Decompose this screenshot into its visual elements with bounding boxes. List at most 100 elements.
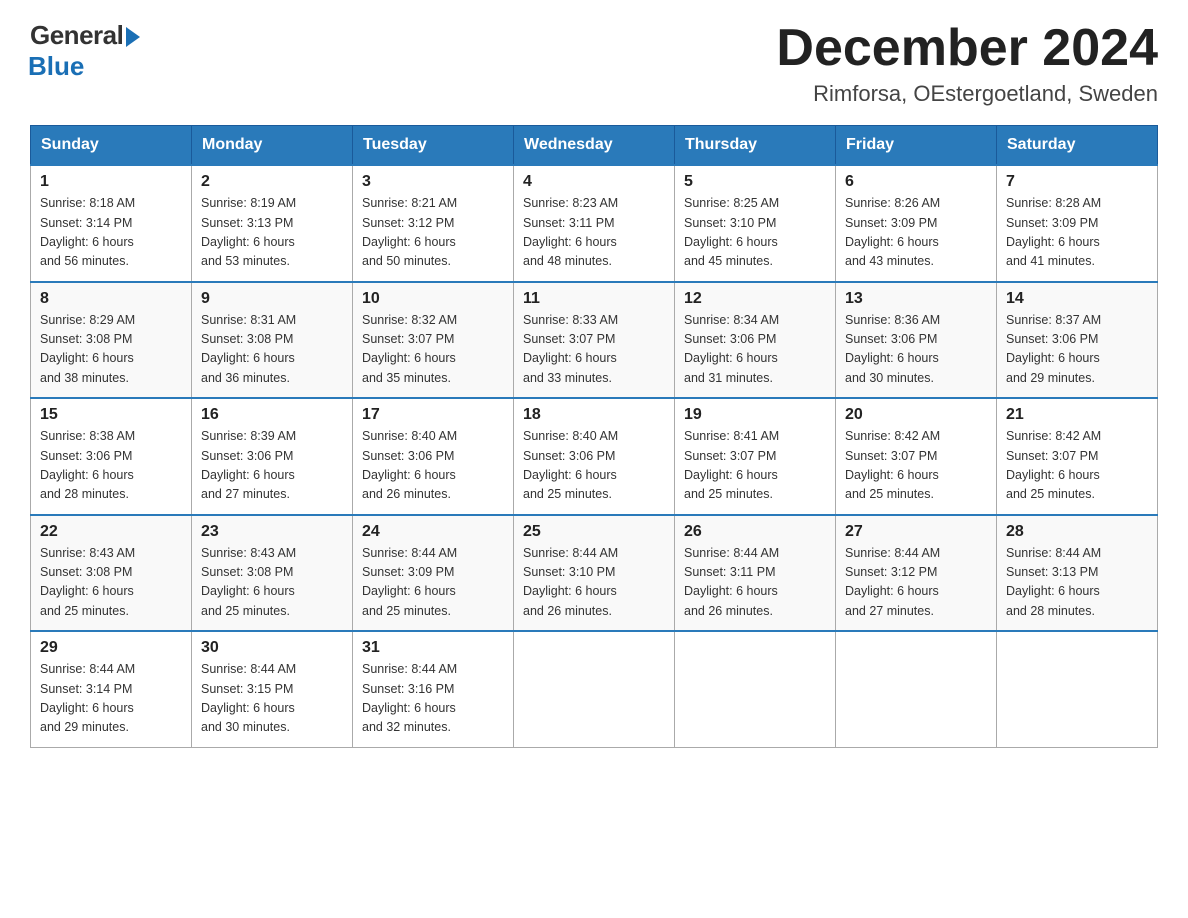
- day-info: Sunrise: 8:36 AMSunset: 3:06 PMDaylight:…: [845, 311, 987, 389]
- day-info: Sunrise: 8:25 AMSunset: 3:10 PMDaylight:…: [684, 194, 826, 272]
- calendar-cell: 7 Sunrise: 8:28 AMSunset: 3:09 PMDaylight…: [997, 165, 1158, 282]
- day-number: 14: [1006, 290, 1148, 308]
- day-info: Sunrise: 8:31 AMSunset: 3:08 PMDaylight:…: [201, 311, 343, 389]
- day-number: 7: [1006, 173, 1148, 191]
- day-number: 25: [523, 523, 665, 541]
- calendar-cell: 8 Sunrise: 8:29 AMSunset: 3:08 PMDaylight…: [31, 282, 192, 399]
- calendar-cell: 3 Sunrise: 8:21 AMSunset: 3:12 PMDaylight…: [353, 165, 514, 282]
- day-info: Sunrise: 8:19 AMSunset: 3:13 PMDaylight:…: [201, 194, 343, 272]
- day-number: 15: [40, 406, 182, 424]
- day-number: 5: [684, 173, 826, 191]
- day-number: 19: [684, 406, 826, 424]
- logo: General Blue: [30, 20, 140, 82]
- day-info: Sunrise: 8:32 AMSunset: 3:07 PMDaylight:…: [362, 311, 504, 389]
- weekday-header-sunday: Sunday: [31, 126, 192, 166]
- day-info: Sunrise: 8:44 AMSunset: 3:16 PMDaylight:…: [362, 660, 504, 738]
- calendar-cell: [997, 631, 1158, 747]
- calendar-cell: 22Sunrise: 8:43 AMSunset: 3:08 PMDayligh…: [31, 515, 192, 632]
- month-year-title: December 2024: [776, 20, 1158, 77]
- calendar-cell: 30Sunrise: 8:44 AMSunset: 3:15 PMDayligh…: [192, 631, 353, 747]
- location-subtitle: Rimforsa, OEstergoetland, Sweden: [776, 81, 1158, 107]
- weekday-header-tuesday: Tuesday: [353, 126, 514, 166]
- week-row-1: 1 Sunrise: 8:18 AMSunset: 3:14 PMDaylight…: [31, 165, 1158, 282]
- logo-blue-text: Blue: [28, 51, 84, 82]
- calendar-cell: 18Sunrise: 8:40 AMSunset: 3:06 PMDayligh…: [514, 398, 675, 515]
- weekday-header-saturday: Saturday: [997, 126, 1158, 166]
- day-info: Sunrise: 8:28 AMSunset: 3:09 PMDaylight:…: [1006, 194, 1148, 272]
- weekday-header-row: SundayMondayTuesdayWednesdayThursdayFrid…: [31, 126, 1158, 166]
- day-info: Sunrise: 8:37 AMSunset: 3:06 PMDaylight:…: [1006, 311, 1148, 389]
- week-row-4: 22 Sunrise: 8:43 AMSunset: 3:08 PMDayligh…: [31, 515, 1158, 632]
- calendar-cell: 17Sunrise: 8:40 AMSunset: 3:06 PMDayligh…: [353, 398, 514, 515]
- day-info: Sunrise: 8:21 AMSunset: 3:12 PMDaylight:…: [362, 194, 504, 272]
- day-number: 18: [523, 406, 665, 424]
- day-number: 13: [845, 290, 987, 308]
- day-info: Sunrise: 8:23 AMSunset: 3:11 PMDaylight:…: [523, 194, 665, 272]
- day-number: 24: [362, 523, 504, 541]
- day-info: Sunrise: 8:39 AMSunset: 3:06 PMDaylight:…: [201, 427, 343, 505]
- day-number: 20: [845, 406, 987, 424]
- day-number: 17: [362, 406, 504, 424]
- day-info: Sunrise: 8:18 AMSunset: 3:14 PMDaylight:…: [40, 194, 182, 272]
- calendar-cell: 11 Sunrise: 8:33 AMSunset: 3:07 PMDayligh…: [514, 282, 675, 399]
- calendar-cell: [836, 631, 997, 747]
- calendar-cell: 12Sunrise: 8:34 AMSunset: 3:06 PMDayligh…: [675, 282, 836, 399]
- day-number: 23: [201, 523, 343, 541]
- day-number: 6: [845, 173, 987, 191]
- title-section: December 2024 Rimforsa, OEstergoetland, …: [776, 20, 1158, 107]
- day-info: Sunrise: 8:44 AMSunset: 3:10 PMDaylight:…: [523, 544, 665, 622]
- calendar-cell: 2Sunrise: 8:19 AMSunset: 3:13 PMDaylight…: [192, 165, 353, 282]
- calendar-cell: 21 Sunrise: 8:42 AMSunset: 3:07 PMDayligh…: [997, 398, 1158, 515]
- calendar-cell: 5 Sunrise: 8:25 AMSunset: 3:10 PMDaylight…: [675, 165, 836, 282]
- weekday-header-wednesday: Wednesday: [514, 126, 675, 166]
- day-number: 29: [40, 639, 182, 657]
- calendar-table: SundayMondayTuesdayWednesdayThursdayFrid…: [30, 125, 1158, 748]
- day-number: 26: [684, 523, 826, 541]
- day-info: Sunrise: 8:42 AMSunset: 3:07 PMDaylight:…: [1006, 427, 1148, 505]
- day-info: Sunrise: 8:44 AMSunset: 3:12 PMDaylight:…: [845, 544, 987, 622]
- week-row-3: 15 Sunrise: 8:38 AMSunset: 3:06 PMDayligh…: [31, 398, 1158, 515]
- day-number: 21: [1006, 406, 1148, 424]
- day-info: Sunrise: 8:38 AMSunset: 3:06 PMDaylight:…: [40, 427, 182, 505]
- calendar-cell: 13 Sunrise: 8:36 AMSunset: 3:06 PMDayligh…: [836, 282, 997, 399]
- day-number: 8: [40, 290, 182, 308]
- calendar-cell: 20 Sunrise: 8:42 AMSunset: 3:07 PMDayligh…: [836, 398, 997, 515]
- day-number: 1: [40, 173, 182, 191]
- calendar-cell: 10 Sunrise: 8:32 AMSunset: 3:07 PMDayligh…: [353, 282, 514, 399]
- calendar-cell: 29 Sunrise: 8:44 AMSunset: 3:14 PMDayligh…: [31, 631, 192, 747]
- calendar-cell: 6 Sunrise: 8:26 AMSunset: 3:09 PMDaylight…: [836, 165, 997, 282]
- day-info: Sunrise: 8:42 AMSunset: 3:07 PMDaylight:…: [845, 427, 987, 505]
- day-number: 11: [523, 290, 665, 308]
- calendar-cell: [514, 631, 675, 747]
- day-info: Sunrise: 8:44 AMSunset: 3:09 PMDaylight:…: [362, 544, 504, 622]
- day-info: Sunrise: 8:44 AMSunset: 3:13 PMDaylight:…: [1006, 544, 1148, 622]
- weekday-header-friday: Friday: [836, 126, 997, 166]
- calendar-cell: 19Sunrise: 8:41 AMSunset: 3:07 PMDayligh…: [675, 398, 836, 515]
- logo-general-text: General: [30, 20, 123, 51]
- week-row-2: 8 Sunrise: 8:29 AMSunset: 3:08 PMDaylight…: [31, 282, 1158, 399]
- calendar-cell: 14 Sunrise: 8:37 AMSunset: 3:06 PMDayligh…: [997, 282, 1158, 399]
- day-info: Sunrise: 8:43 AMSunset: 3:08 PMDaylight:…: [201, 544, 343, 622]
- day-info: Sunrise: 8:29 AMSunset: 3:08 PMDaylight:…: [40, 311, 182, 389]
- calendar-cell: 27 Sunrise: 8:44 AMSunset: 3:12 PMDayligh…: [836, 515, 997, 632]
- calendar-cell: 31Sunrise: 8:44 AMSunset: 3:16 PMDayligh…: [353, 631, 514, 747]
- day-number: 3: [362, 173, 504, 191]
- logo-top: General: [30, 20, 140, 51]
- weekday-header-thursday: Thursday: [675, 126, 836, 166]
- calendar-cell: 25 Sunrise: 8:44 AMSunset: 3:10 PMDayligh…: [514, 515, 675, 632]
- calendar-cell: 23 Sunrise: 8:43 AMSunset: 3:08 PMDayligh…: [192, 515, 353, 632]
- day-number: 16: [201, 406, 343, 424]
- weekday-header-monday: Monday: [192, 126, 353, 166]
- day-number: 28: [1006, 523, 1148, 541]
- day-number: 22: [40, 523, 182, 541]
- day-number: 27: [845, 523, 987, 541]
- day-number: 9: [201, 290, 343, 308]
- calendar-cell: 28 Sunrise: 8:44 AMSunset: 3:13 PMDayligh…: [997, 515, 1158, 632]
- day-info: Sunrise: 8:33 AMSunset: 3:07 PMDaylight:…: [523, 311, 665, 389]
- day-info: Sunrise: 8:26 AMSunset: 3:09 PMDaylight:…: [845, 194, 987, 272]
- calendar-cell: 4Sunrise: 8:23 AMSunset: 3:11 PMDaylight…: [514, 165, 675, 282]
- calendar-cell: [675, 631, 836, 747]
- day-info: Sunrise: 8:44 AMSunset: 3:14 PMDaylight:…: [40, 660, 182, 738]
- calendar-cell: 9 Sunrise: 8:31 AMSunset: 3:08 PMDaylight…: [192, 282, 353, 399]
- day-number: 10: [362, 290, 504, 308]
